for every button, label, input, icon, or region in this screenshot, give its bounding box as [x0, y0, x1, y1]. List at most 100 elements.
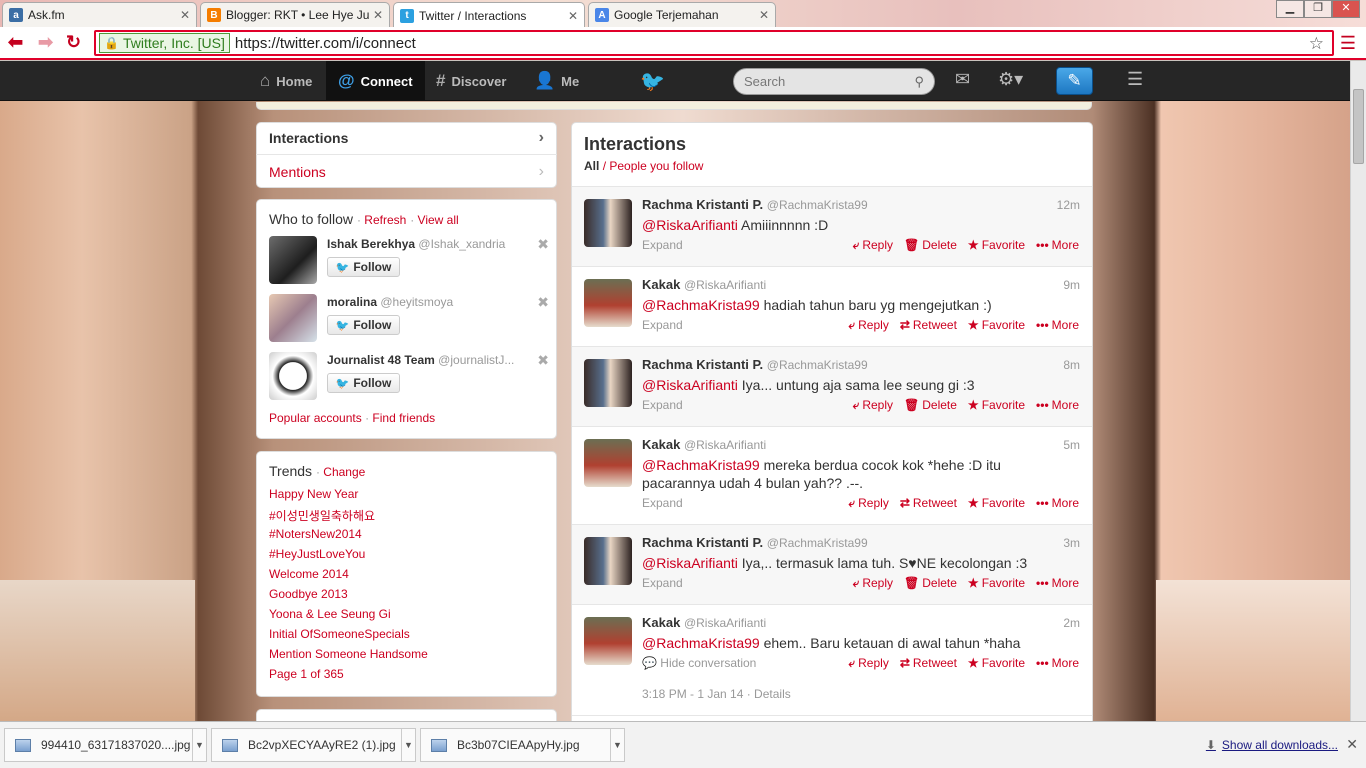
view-all-link[interactable]: View all	[418, 213, 459, 227]
find-friends-link[interactable]: Find friends	[372, 411, 435, 425]
more-button[interactable]: ••• More	[1036, 238, 1079, 253]
twitter-bird-icon[interactable]: 🐦	[640, 69, 665, 94]
tweet-author[interactable]: Kakak @RiskaArifianti	[642, 437, 766, 452]
expand-link[interactable]: Expand	[642, 398, 683, 412]
close-icon[interactable]: ✕	[373, 8, 383, 22]
reload-icon[interactable]: ↻	[66, 32, 81, 53]
avatar[interactable]	[584, 359, 632, 407]
search-icon[interactable]: ⚲	[914, 74, 924, 90]
tab-google-translate[interactable]: A Google Terjemahan ✕	[588, 2, 776, 27]
follow-button[interactable]: 🐦 Follow	[327, 373, 400, 393]
avatar[interactable]	[269, 236, 317, 284]
expand-link[interactable]: Expand	[642, 238, 683, 252]
delete-button[interactable]: 🗑 Delete	[904, 398, 957, 413]
popular-accounts-link[interactable]: Popular accounts	[269, 411, 362, 425]
retweet-button[interactable]: ⇄ Retweet	[900, 318, 957, 333]
expand-link[interactable]: Expand	[642, 318, 683, 332]
trend-item[interactable]: Initial OfSomeoneSpecials	[269, 627, 410, 641]
scrollbar-thumb[interactable]	[1353, 89, 1364, 164]
url-text[interactable]: https://twitter.com/i/connect	[235, 35, 416, 52]
favorite-button[interactable]: ★ Favorite	[968, 398, 1025, 413]
user-name-line[interactable]: Ishak Berekhya @Ishak_xandria	[327, 237, 505, 251]
back-icon[interactable]: ⬅	[8, 32, 23, 53]
retweet-button[interactable]: ⇄ Retweet	[900, 496, 957, 511]
favorite-button[interactable]: ★ Favorite	[968, 318, 1025, 333]
gear-icon[interactable]: ⚙▾	[998, 69, 1023, 90]
reply-button[interactable]: ⤶ Reply	[848, 496, 888, 511]
download-item[interactable]: 994410_63171837020....jpg ▼	[4, 728, 207, 762]
avatar[interactable]	[584, 279, 632, 327]
tweet[interactable]: Kakak @RiskaArifianti 9m @RachmaKrista99…	[572, 267, 1092, 347]
favorite-button[interactable]: ★ Favorite	[968, 656, 1025, 671]
search-input[interactable]: Search ⚲	[733, 68, 935, 95]
trend-item[interactable]: Mention Someone Handsome	[269, 647, 428, 661]
avatar[interactable]	[584, 439, 632, 487]
retweet-button[interactable]: ⇄ Retweet	[900, 656, 957, 671]
tweet[interactable]: Rachma Kristanti P. @RachmaKrista99 3m @…	[572, 525, 1092, 605]
favorite-button[interactable]: ★ Favorite	[968, 238, 1025, 253]
omnibox[interactable]: 🔒 Twitter, Inc. [US] https://twitter.com…	[94, 30, 1334, 56]
tweet-time[interactable]: 9m	[1063, 278, 1080, 292]
dismiss-icon[interactable]: ✖	[537, 236, 549, 253]
favorite-button[interactable]: ★ Favorite	[968, 496, 1025, 511]
more-button[interactable]: ••• More	[1036, 496, 1079, 511]
tweet[interactable]: Kakak @RiskaArifianti 2m @RachmaKrista99…	[572, 605, 1092, 716]
follow-button[interactable]: 🐦 Follow	[327, 315, 400, 335]
forward-icon[interactable]: ➡	[38, 32, 53, 53]
trend-item[interactable]: Goodbye 2013	[269, 587, 348, 601]
dismiss-icon[interactable]: ✖	[537, 294, 549, 311]
favorite-button[interactable]: ★ Favorite	[968, 576, 1025, 591]
trend-item[interactable]: Welcome 2014	[269, 567, 349, 581]
expand-link[interactable]: Expand	[642, 496, 683, 510]
avatar[interactable]	[269, 352, 317, 400]
tab-askfm[interactable]: a Ask.fm ✕	[2, 2, 197, 27]
tweet-timestamp-details[interactable]: 3:18 PM - 1 Jan 14 · Details	[642, 687, 791, 701]
delete-button[interactable]: 🗑 Delete	[904, 576, 957, 591]
chevron-down-icon[interactable]: ▼	[401, 729, 415, 761]
close-window-button[interactable]: ✕	[1332, 0, 1360, 18]
chevron-down-icon[interactable]: ▼	[192, 729, 206, 761]
follow-button[interactable]: 🐦 Follow	[327, 257, 400, 277]
tweet-time[interactable]: 3m	[1063, 536, 1080, 550]
dismiss-icon[interactable]: ✖	[537, 352, 549, 369]
tweet-time[interactable]: 8m	[1063, 358, 1080, 372]
compose-tweet-button[interactable]: ✎	[1056, 67, 1093, 95]
tweet-author[interactable]: Rachma Kristanti P. @RachmaKrista99	[642, 197, 868, 212]
more-button[interactable]: ••• More	[1036, 656, 1079, 671]
nav-interactions[interactable]: Interactions ›	[256, 122, 557, 155]
reply-button[interactable]: ⤶ Reply	[853, 238, 893, 253]
maximize-button[interactable]: ❐	[1304, 0, 1332, 18]
close-icon[interactable]: ✕	[568, 9, 578, 23]
more-button[interactable]: ••• More	[1036, 398, 1079, 413]
tweet[interactable]: Kakak @RiskaArifianti 5m @RachmaKrista99…	[572, 427, 1092, 525]
download-item[interactable]: Bc3b07CIEAApyHy.jpg ▼	[420, 728, 625, 762]
tweet[interactable]: Rachma Kristanti P. @RachmaKrista99 12m …	[572, 187, 1092, 267]
reply-button[interactable]: ⤶ Reply	[848, 656, 888, 671]
close-icon[interactable]: ✕	[759, 8, 769, 22]
trend-item[interactable]: Page 1 of 365	[269, 667, 344, 681]
hide-conversation-link[interactable]: 💬 Hide conversation	[642, 656, 756, 670]
tweet-author[interactable]: Rachma Kristanti P. @RachmaKrista99	[642, 357, 868, 372]
filter-people-you-follow[interactable]: People you follow	[609, 159, 703, 173]
envelope-icon[interactable]: ✉	[955, 69, 970, 90]
reply-button[interactable]: ⤶ Reply	[853, 398, 893, 413]
page-scrollbar[interactable]	[1350, 61, 1366, 721]
trend-item[interactable]: Yoona & Lee Seung Gi	[269, 607, 391, 621]
tweet-author[interactable]: Kakak @RiskaArifianti	[642, 615, 766, 630]
refresh-link[interactable]: Refresh	[364, 213, 406, 227]
avatar[interactable]	[584, 537, 632, 585]
download-item[interactable]: Bc2vpXECYAAyRE2 (1).jpg ▼	[211, 728, 416, 762]
nav-me[interactable]: 👤 Me	[530, 61, 583, 101]
delete-button[interactable]: 🗑 Delete	[904, 238, 957, 253]
expand-link[interactable]: Expand	[642, 576, 683, 590]
tweet-author[interactable]: Rachma Kristanti P. @RachmaKrista99	[642, 535, 868, 550]
avatar[interactable]	[584, 617, 632, 665]
tweet-time[interactable]: 12m	[1057, 198, 1080, 212]
nav-connect[interactable]: @ Connect	[326, 61, 425, 101]
tab-blogger[interactable]: B Blogger: RKT • Lee Hye Ju ✕	[200, 2, 390, 27]
user-name-line[interactable]: moralina @heyitsmoya	[327, 295, 453, 309]
tweet-author[interactable]: Kakak @RiskaArifianti	[642, 277, 766, 292]
bookmark-star-icon[interactable]: ☆	[1309, 34, 1324, 54]
tweet-time[interactable]: 2m	[1063, 616, 1080, 630]
tweet-mention[interactable]: @RachmaKrista99	[642, 297, 760, 313]
